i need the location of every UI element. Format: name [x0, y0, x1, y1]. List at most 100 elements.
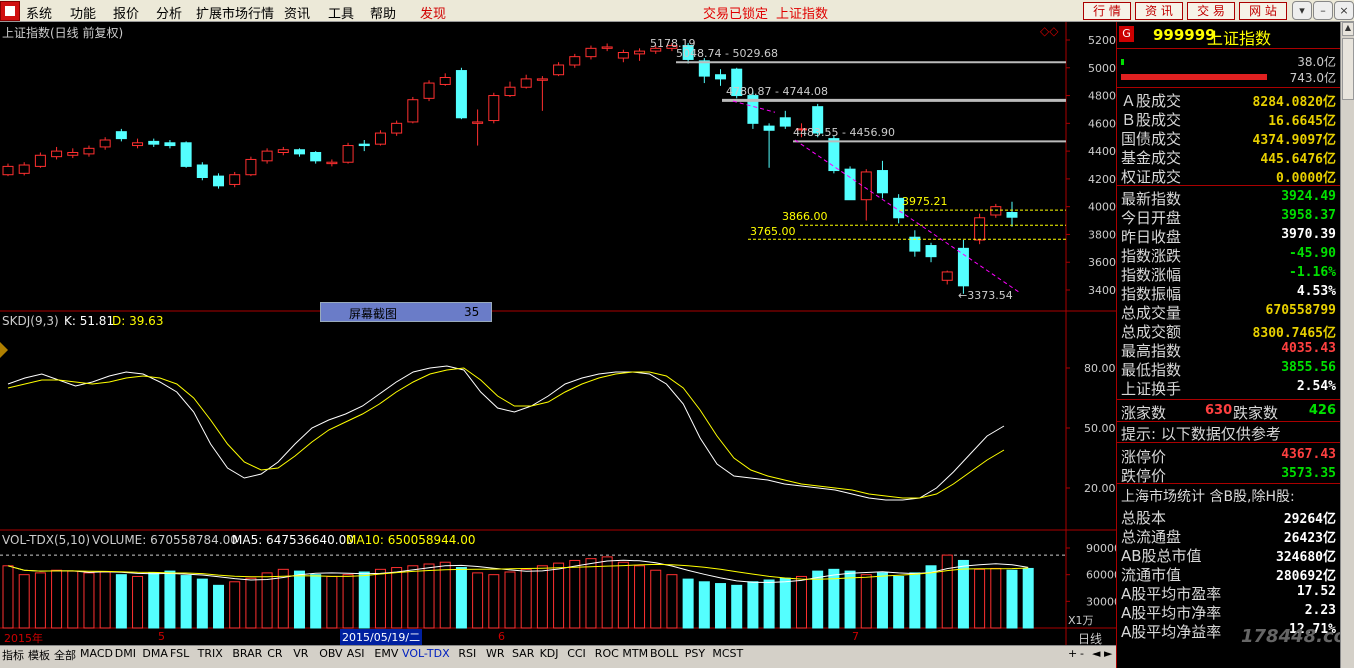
candle-body	[132, 142, 144, 147]
index-stat-label: 上证换手	[1121, 380, 1182, 398]
market-stat-row: 流通市值 280692亿	[1119, 564, 1339, 584]
indicator-tab-rsi[interactable]: RSI	[458, 647, 476, 662]
candle-body	[99, 139, 111, 148]
index-stat-row: 指数涨幅 -1.16%	[1119, 264, 1339, 284]
kdj-marker-icon	[0, 342, 8, 358]
volume-bar	[115, 574, 127, 629]
indicator-tab-emv[interactable]: EMV	[374, 647, 398, 662]
vertical-scrollbar[interactable]: ▲	[1340, 22, 1354, 668]
trade-button[interactable]: 交 易	[1187, 2, 1235, 20]
volume-bar	[99, 571, 111, 629]
indicator-tab-sar[interactable]: SAR	[512, 647, 534, 662]
menu-extended-market[interactable]: 扩展市场行情	[196, 3, 274, 22]
indicator-tab-全部[interactable]: 全部	[54, 647, 76, 662]
screenshot-box[interactable]: 屏幕截图 35	[320, 302, 492, 322]
candle-body	[51, 150, 63, 158]
indicator-tab-asi[interactable]: ASI	[347, 647, 365, 662]
price-tick-label: 3800	[1088, 228, 1116, 241]
scroll-thumb[interactable]	[1342, 38, 1354, 100]
date-label-jun: 6	[498, 630, 505, 643]
volume-bar	[876, 572, 888, 629]
menu-discover[interactable]: 发现	[420, 3, 446, 22]
market-stat-value: 17.52	[1296, 584, 1336, 599]
indicator-tab-brar[interactable]: BRAR	[232, 647, 262, 662]
menu-system[interactable]: 系统	[26, 3, 52, 22]
dropdown-icon[interactable]: ▾	[1292, 1, 1312, 20]
menu-function[interactable]: 功能	[70, 3, 96, 22]
scroll-left-icon[interactable]: ◄	[1092, 647, 1100, 662]
quote-button[interactable]: 行 情	[1083, 2, 1131, 20]
vol-value: VOLUME: 670558784.00	[92, 533, 238, 547]
volume-bar	[67, 570, 79, 629]
website-button[interactable]: 网 站	[1239, 2, 1287, 20]
vol-tick-label: 30000	[1086, 595, 1116, 608]
news-button[interactable]: 资 讯	[1135, 2, 1183, 20]
indicator-tab-trix[interactable]: TRIX	[198, 647, 223, 662]
zoom-in-icon[interactable]: +	[1068, 647, 1077, 662]
kdj-k-value: K: 51.81	[64, 314, 115, 328]
indicator-tab-mtm[interactable]: MTM	[622, 647, 648, 662]
indicator-tab-macd[interactable]: MACD	[80, 647, 113, 662]
chart-canvas[interactable]: 5178.195048.74 - 5029.684780.87 - 4744.0…	[0, 22, 1116, 650]
volume-bar	[180, 575, 192, 629]
indicator-tab-psy[interactable]: PSY	[685, 647, 705, 662]
volume-stat-label: Ｂ股成交	[1121, 111, 1182, 129]
price-tick-label: 4200	[1088, 173, 1116, 186]
menu-help[interactable]: 帮助	[370, 3, 396, 22]
indicator-tab-kdj[interactable]: KDJ	[540, 647, 559, 662]
candle-body	[990, 206, 1002, 216]
zoom-out-icon[interactable]: -	[1080, 647, 1084, 662]
indicator-tab-mcst[interactable]: MCST	[712, 647, 743, 662]
market-stat-value: 26423亿	[1283, 531, 1336, 546]
indicator-tab-fsl[interactable]: FSL	[170, 647, 189, 662]
scroll-right-icon[interactable]: ►	[1104, 647, 1112, 662]
indicator-tab-模板[interactable]: 模板	[28, 647, 50, 662]
indicator-tab-wr[interactable]: WR	[486, 647, 505, 662]
limit-price-value: 3573.35	[1281, 466, 1336, 481]
indicator-tab-cci[interactable]: CCI	[567, 647, 586, 662]
market-stat-label: A股平均市净率	[1121, 604, 1222, 622]
menu-analysis[interactable]: 分析	[156, 3, 182, 22]
indicator-tab-vr[interactable]: VR	[293, 647, 308, 662]
index-stat-row: 总成交量 670558799	[1119, 302, 1339, 322]
limit-price-row: 跌停价 3573.35	[1119, 465, 1339, 485]
close-icon[interactable]: ×	[1334, 1, 1354, 20]
minimize-icon[interactable]: –	[1313, 1, 1333, 20]
volume-bar	[293, 570, 305, 629]
kdj-tick-label: 80.00	[1084, 362, 1116, 375]
scroll-up-icon[interactable]: ▲	[1342, 22, 1354, 36]
indicator-tab-dmi[interactable]: DMI	[115, 647, 136, 662]
menu-tools[interactable]: 工具	[328, 3, 354, 22]
indicator-tab-指标[interactable]: 指标	[2, 647, 24, 662]
menu-quote[interactable]: 报价	[113, 3, 139, 22]
indicator-tab-obv[interactable]: OBV	[319, 647, 342, 662]
watermark: 178448.com	[1241, 626, 1354, 647]
indicator-tab-vol-tdx[interactable]: VOL-TDX	[402, 647, 450, 662]
price-annotation: 5048.74 - 5029.68	[676, 47, 778, 60]
volume-stat-value: 8284.0820亿	[1252, 95, 1336, 110]
candle-body	[164, 142, 176, 147]
volume-bar	[715, 583, 727, 629]
volume-stat-value: 4374.9097亿	[1252, 133, 1336, 148]
kdj-group	[0, 342, 1005, 501]
candle-body	[180, 142, 192, 167]
candle-body	[245, 158, 257, 176]
price-tick-label: 4600	[1088, 117, 1116, 130]
chart-area[interactable]: 5178.19 5048.74 - 5029.68 4780.87 - 4744.0…	[0, 22, 1116, 650]
menu-info[interactable]: 资讯	[284, 3, 310, 22]
indicator-tab-boll[interactable]: BOLL	[650, 647, 678, 662]
indicator-tab-dma[interactable]: DMA	[142, 647, 168, 662]
volume-stat-row: 权证成交 0.0000亿	[1119, 166, 1339, 186]
volume-bar	[83, 572, 95, 629]
indicator-tab-roc[interactable]: ROC	[595, 647, 619, 662]
volume-bar	[617, 561, 629, 629]
indicator-tab-cr[interactable]: CR	[267, 647, 282, 662]
index-stat-label: 总成交量	[1121, 304, 1182, 322]
volume-bar	[569, 559, 581, 629]
price-annotation: 4483.55 - 4456.90	[793, 126, 895, 139]
volume-bar	[731, 584, 743, 629]
candle-body	[229, 174, 241, 185]
volume-bar	[747, 581, 759, 629]
vol-unit-label: X1万	[1068, 614, 1094, 627]
volume-stat-value: 445.6476亿	[1260, 152, 1336, 167]
